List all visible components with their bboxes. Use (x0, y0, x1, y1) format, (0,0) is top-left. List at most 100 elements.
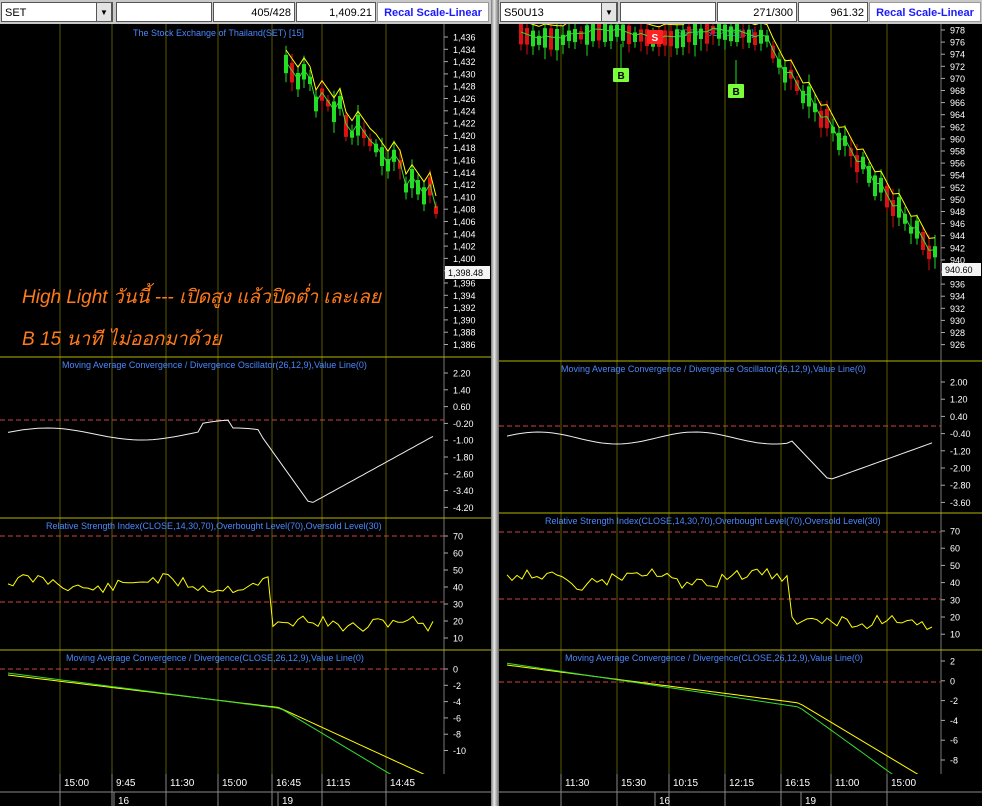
price-tick-label: 1,388 (453, 328, 476, 338)
price-tick-label: 1,414 (453, 168, 476, 178)
price-tick-label: 956 (950, 159, 965, 169)
toolbar-blank-field (620, 2, 716, 22)
price-tick-label: 960 (950, 134, 965, 144)
price-tick-label: 944 (950, 231, 965, 241)
candle (615, 24, 619, 37)
rsi-tick-label: 50 (453, 566, 463, 576)
chart-pane-set[interactable]: SET ▼ 405/428 1,409.21 Recal Scale-Linea… (0, 0, 491, 806)
price-tick-label: 1,392 (453, 303, 476, 313)
candle (663, 30, 667, 46)
price-tick-label: 952 (950, 183, 965, 193)
macd-tick-label: -4.20 (453, 503, 474, 513)
candle (837, 132, 841, 151)
price-tick-label: 966 (950, 98, 965, 108)
rsi-tick-label: 10 (950, 630, 960, 640)
macd-signal-line (506, 664, 933, 784)
price-tick-label: 972 (950, 62, 965, 72)
rsi-tick-label: 20 (453, 617, 463, 627)
macd-tick-label: 1.40 (453, 385, 471, 395)
recal-scale-button[interactable]: Recal Scale-Linear (377, 2, 489, 22)
price-tick-label: 1,400 (453, 254, 476, 264)
macd-tick-label: -0.40 (950, 429, 971, 439)
recal-scale-button[interactable]: Recal Scale-Linear (869, 2, 981, 22)
rsi-tick-label: 20 (950, 613, 960, 623)
price-tick-label: 1,394 (453, 291, 476, 301)
price-tick-label: 1,410 (453, 192, 476, 202)
candle (621, 24, 625, 41)
price-tick-label: 1,412 (453, 180, 476, 190)
chart-pane-s50u13[interactable]: S50U13 ▼ 271/300 961.32 Recal Scale-Line… (499, 0, 982, 806)
candle (633, 32, 637, 42)
toolbar: S50U13 ▼ 271/300 961.32 Recal Scale-Line… (499, 0, 982, 24)
candle (819, 110, 823, 128)
bar-counter: 405/428 (213, 2, 295, 22)
macd2-tick-label: 0 (453, 665, 458, 675)
time-label: 9:45 (116, 778, 136, 789)
signal-label: B (618, 71, 625, 82)
price-tick-label: 1,424 (453, 106, 476, 116)
time-label: 11:30 (565, 778, 590, 789)
macd-tick-label: -2.00 (950, 464, 971, 474)
candle (543, 28, 547, 48)
macd-signal-line (7, 674, 434, 779)
time-label: 11:30 (170, 778, 195, 789)
rsi-tick-label: 50 (950, 561, 960, 571)
price-tick-label: 958 (950, 147, 965, 157)
candle (681, 30, 685, 48)
price-tick-label: 1,396 (453, 279, 476, 289)
price-tick-label: 1,404 (453, 229, 476, 239)
macd-tick-label: 1.20 (950, 395, 968, 405)
macd2-tick-label: -6 (950, 736, 958, 746)
last-price-label: 940.60 (945, 265, 973, 275)
day-label: 19 (805, 796, 817, 806)
candle (639, 29, 643, 42)
rsi-tick-label: 40 (950, 578, 960, 588)
price-tick-label: 936 (950, 280, 965, 290)
chart-canvas[interactable]: 978 976 974 972 970 968 966 964 962 960 958 956 954 9… (499, 24, 982, 806)
candle (729, 26, 733, 42)
candle (525, 28, 529, 45)
price-tick-label: 942 (950, 243, 965, 253)
price-tick-label: 978 (950, 26, 965, 36)
candle (669, 30, 673, 47)
macd-tick-label: 2.20 (453, 369, 471, 379)
macd-tick-label: -2.60 (453, 469, 474, 479)
candle (933, 246, 937, 258)
macd-panel-title: Moving Average Convergence / Divergence … (62, 360, 367, 370)
candle (855, 155, 859, 173)
macd-tick-label: -1.20 (950, 446, 971, 456)
time-label: 15:00 (891, 778, 916, 789)
price-tick-label: 970 (950, 74, 965, 84)
macd2-tick-label: -2 (950, 696, 958, 706)
candle (519, 24, 523, 45)
chevron-down-icon[interactable]: ▼ (601, 2, 617, 22)
time-label: 10:15 (673, 778, 698, 789)
candle (693, 24, 697, 45)
price-tick-label: 930 (950, 316, 965, 326)
macd-tick-label: -2.80 (950, 481, 971, 491)
chart-canvas[interactable]: 1,436 1,434 1,432 1,430 1,428 1,426 1,424 1,422… (0, 24, 491, 806)
candle (753, 32, 757, 46)
price-tick-label: 1,434 (453, 45, 476, 55)
rsi-tick-label: 30 (950, 595, 960, 605)
candle (314, 96, 318, 112)
price-tick-label: 1,416 (453, 156, 476, 166)
pane-splitter[interactable] (491, 0, 499, 806)
candle (567, 30, 571, 42)
chevron-down-icon[interactable]: ▼ (96, 2, 112, 22)
price-tick-label: 962 (950, 122, 965, 132)
price-tick-label: 934 (950, 292, 965, 302)
price-tick-label: 954 (950, 171, 965, 181)
price-tick-label: 1,408 (453, 205, 476, 215)
price-tick-label: 1,430 (453, 69, 476, 79)
candle (711, 25, 715, 35)
time-label: 16:45 (276, 778, 301, 789)
candle (597, 24, 601, 41)
price-tick-label: 1,426 (453, 94, 476, 104)
price-tick-label: 968 (950, 86, 965, 96)
macd2-tick-label: -4 (453, 697, 461, 707)
rsi-tick-label: 60 (950, 544, 960, 554)
price-tick-label: 964 (950, 110, 965, 120)
candle (735, 24, 739, 43)
macd-oscillator-line (7, 419, 434, 503)
